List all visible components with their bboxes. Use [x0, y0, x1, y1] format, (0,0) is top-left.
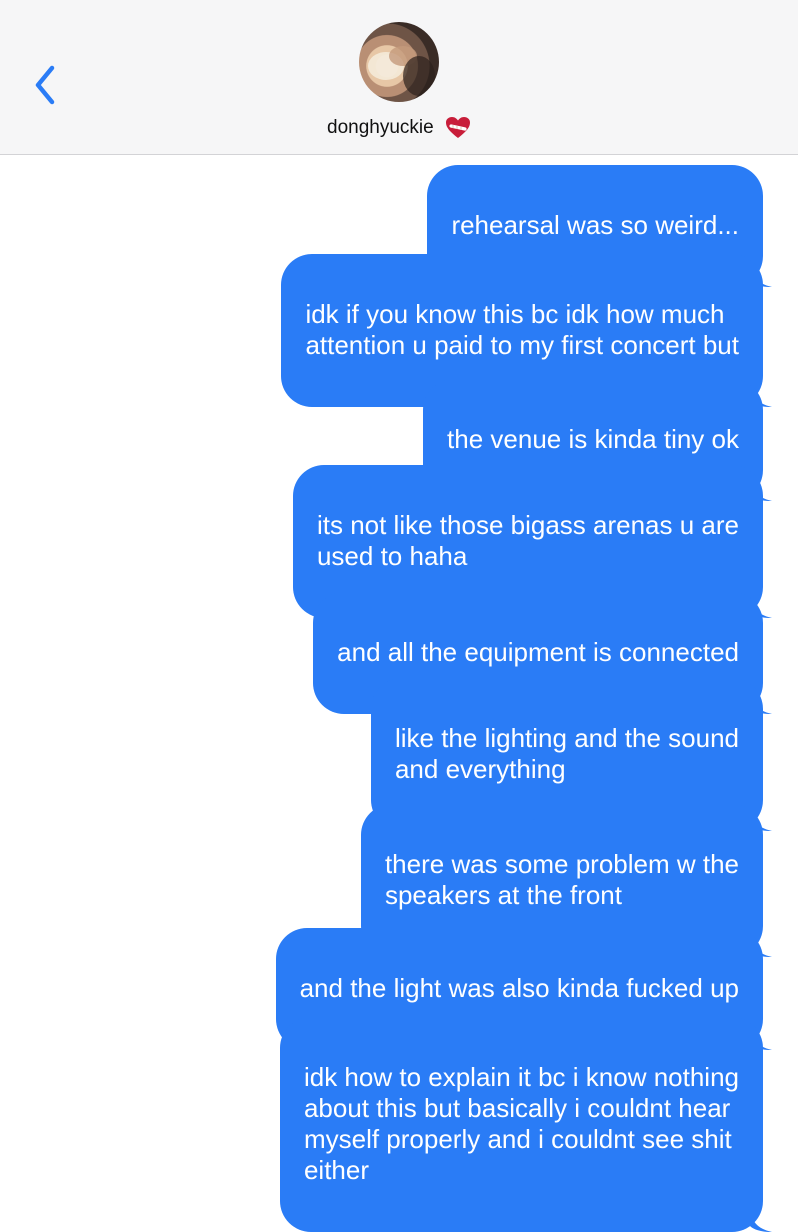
message-list[interactable]: rehearsal was so weird... idk if you kno…	[0, 156, 798, 1232]
conversation-header: donghyuckie	[0, 0, 798, 155]
message-text: and all the equipment is connected	[337, 637, 739, 667]
message-text: there was some problem w the speakers at…	[384, 849, 739, 910]
message-text: idk how to explain it bc i know nothing …	[303, 1062, 739, 1185]
message-text: idk if you know this bc idk how much att…	[305, 299, 739, 360]
back-chevron-icon[interactable]	[30, 62, 62, 108]
contact-avatar[interactable]	[359, 22, 439, 102]
message-text: its not like those bigass arenas u are u…	[316, 510, 739, 571]
contact-name-row[interactable]: donghyuckie	[0, 116, 798, 144]
message-text: and the light was also kinda fucked up	[299, 973, 739, 1003]
message-text: the venue is kinda tiny ok	[447, 424, 739, 454]
bubble-tail	[750, 1210, 772, 1232]
message-text: like the lighting and the sound and ever…	[394, 723, 739, 784]
contact-name: donghyuckie	[327, 117, 434, 138]
message-text: rehearsal was so weird...	[451, 210, 739, 240]
mending-heart-icon	[445, 116, 471, 140]
